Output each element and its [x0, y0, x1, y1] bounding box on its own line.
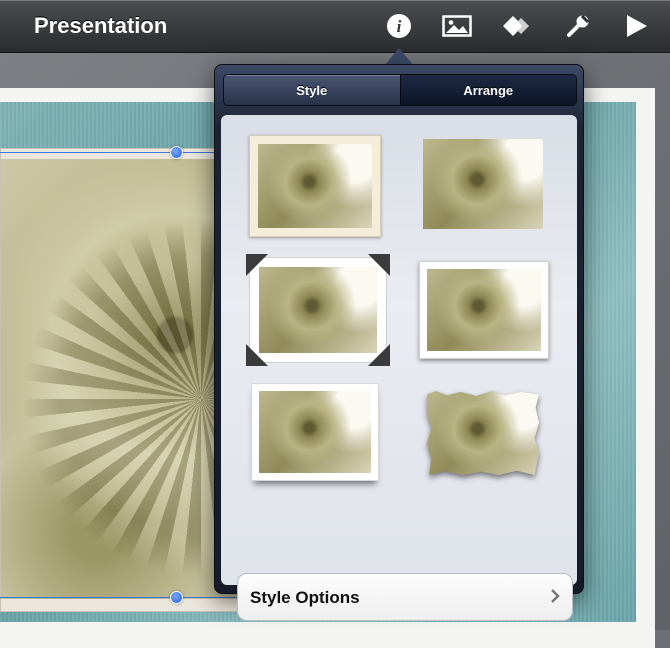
style-grid: Style Options [221, 115, 577, 621]
chevron-right-icon [551, 589, 560, 603]
tools-button[interactable] [562, 10, 594, 42]
style-options-label: Style Options [250, 588, 360, 607]
style-white-border-shadow[interactable] [419, 261, 549, 359]
tab-arrange[interactable]: Arrange [399, 75, 576, 105]
photo-corner-icon [246, 254, 390, 366]
tab-style[interactable]: Style [224, 75, 400, 105]
style-curled-shadow[interactable] [251, 383, 379, 481]
style-photo-corners[interactable] [246, 254, 390, 366]
style-plain[interactable] [423, 139, 543, 229]
svg-text:i: i [397, 17, 402, 36]
segmented-control: Style Arrange [223, 74, 577, 106]
toolbar: Presentation i [0, 0, 670, 53]
format-popover: Style Arrange Style Options [214, 64, 584, 621]
style-cream-border[interactable] [249, 135, 381, 237]
tools-icon [567, 14, 590, 37]
media-button[interactable] [441, 10, 473, 42]
animation-icon [503, 16, 529, 36]
play-button[interactable] [620, 10, 652, 42]
resize-handle-top[interactable] [170, 146, 183, 159]
play-icon [627, 15, 647, 37]
style-torn-edge[interactable] [427, 391, 539, 475]
resize-handle-bottom[interactable] [170, 591, 183, 604]
media-icon [442, 15, 472, 37]
popover-arrow [385, 48, 413, 65]
info-icon: i [387, 14, 411, 38]
style-options-row[interactable]: Style Options [237, 573, 573, 621]
info-button[interactable]: i [383, 10, 415, 42]
animation-button[interactable] [503, 10, 535, 42]
app-title: Presentation [34, 13, 168, 38]
